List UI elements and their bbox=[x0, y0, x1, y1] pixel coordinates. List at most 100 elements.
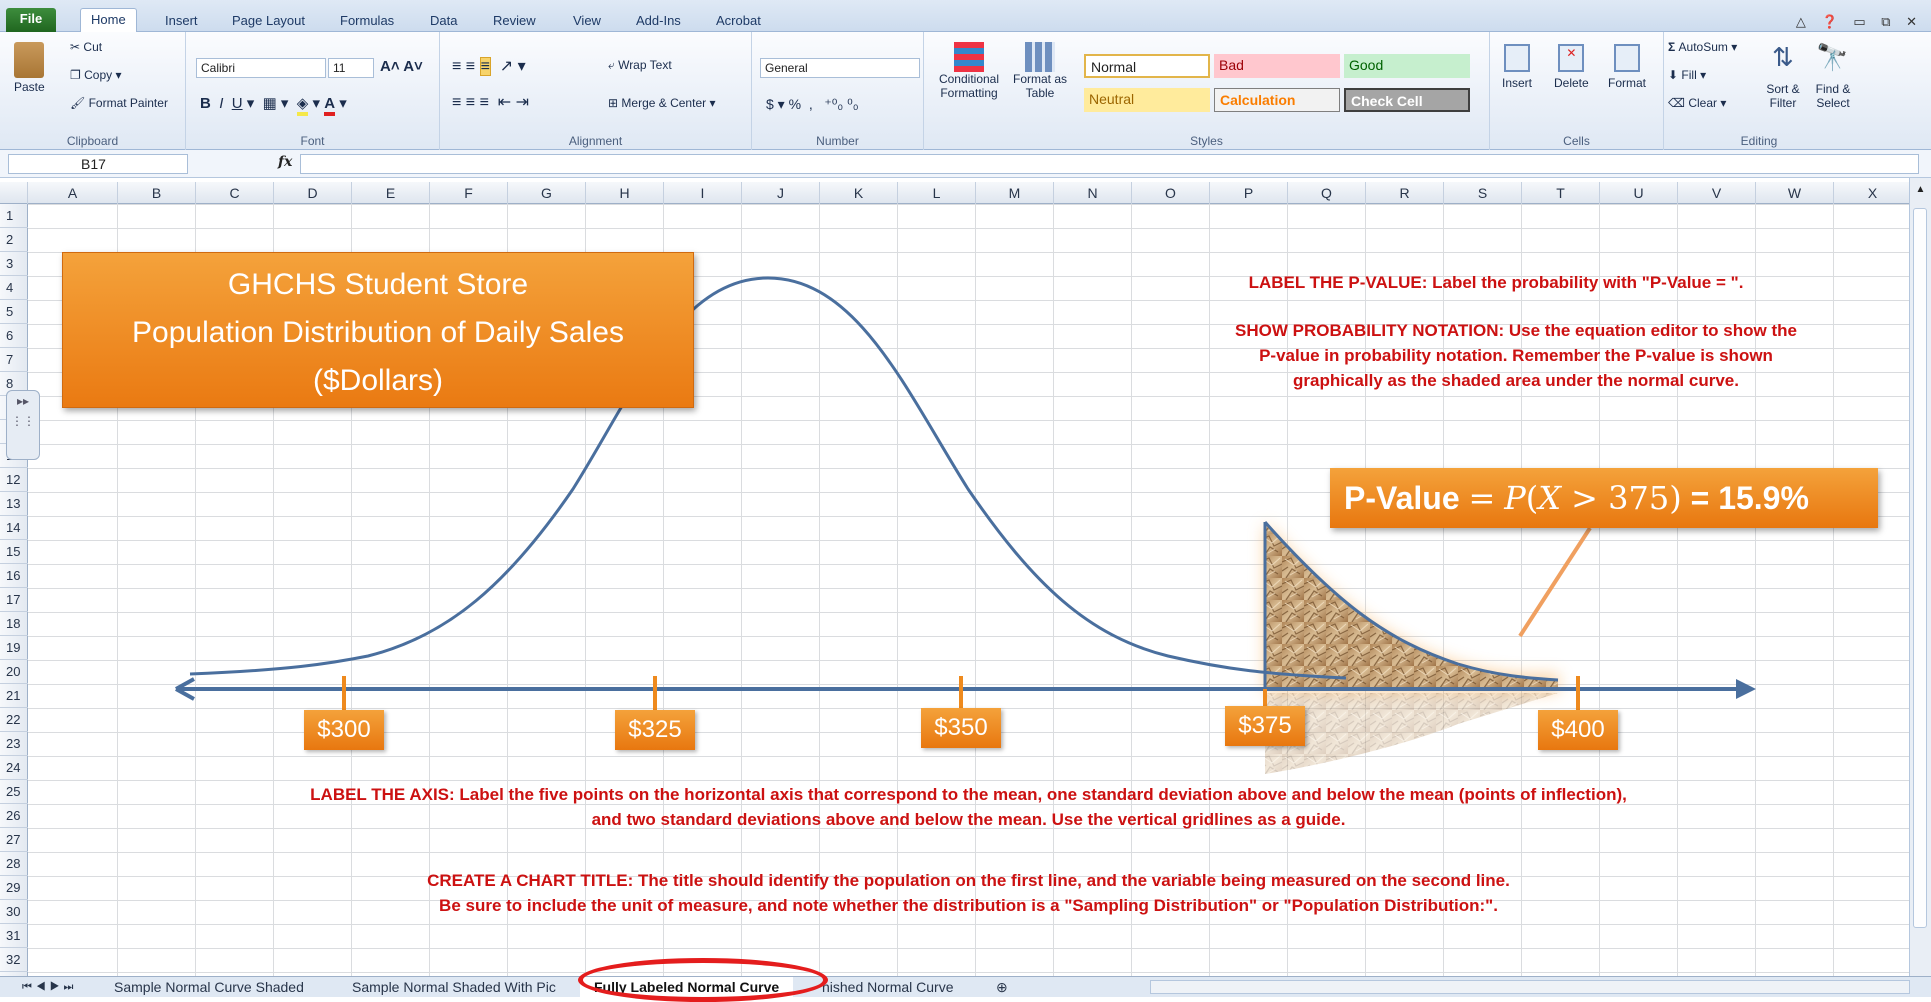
find-select-button[interactable]: Find & Select bbox=[1810, 82, 1856, 110]
style-normal[interactable]: Normal bbox=[1084, 54, 1210, 78]
column-header-n[interactable]: N bbox=[1054, 182, 1132, 204]
row-header-2[interactable]: 2 bbox=[0, 228, 28, 252]
paste-button[interactable]: Paste bbox=[14, 42, 45, 94]
row-header-24[interactable]: 24 bbox=[0, 756, 28, 780]
style-calculation[interactable]: Calculation bbox=[1214, 88, 1340, 112]
row-header-29[interactable]: 29 bbox=[0, 876, 28, 900]
row-header-12[interactable]: 12 bbox=[0, 468, 28, 492]
row-header-19[interactable]: 19 bbox=[0, 636, 28, 660]
column-header-g[interactable]: G bbox=[508, 182, 586, 204]
row-header-18[interactable]: 18 bbox=[0, 612, 28, 636]
tab-data[interactable]: Data bbox=[420, 10, 467, 32]
column-header-x[interactable]: X bbox=[1834, 182, 1912, 204]
name-box[interactable]: B17 bbox=[8, 154, 188, 174]
style-neutral[interactable]: Neutral bbox=[1084, 88, 1210, 112]
row-header-5[interactable]: 5 bbox=[0, 300, 28, 324]
column-header-s[interactable]: S bbox=[1444, 182, 1522, 204]
column-header-p[interactable]: P bbox=[1210, 182, 1288, 204]
row-header-25[interactable]: 25 bbox=[0, 780, 28, 804]
column-header-h[interactable]: H bbox=[586, 182, 664, 204]
row-header-14[interactable]: 14 bbox=[0, 516, 28, 540]
column-header-q[interactable]: Q bbox=[1288, 182, 1366, 204]
axis-label-350[interactable]: $350 bbox=[921, 708, 1001, 748]
format-painter-button[interactable]: 🖌 Format Painter bbox=[70, 96, 168, 110]
format-cells-button[interactable]: Format bbox=[1608, 44, 1646, 90]
row-header-30[interactable]: 30 bbox=[0, 900, 28, 924]
window-controls[interactable]: △ ❓ ▭ ⧉ ✕ bbox=[1796, 14, 1923, 30]
sheet-nav-arrows[interactable]: ⏮◀▶⏭ bbox=[8, 977, 91, 997]
column-header-v[interactable]: V bbox=[1678, 182, 1756, 204]
column-header-o[interactable]: O bbox=[1132, 182, 1210, 204]
wrap-text-button[interactable]: ⤶ Wrap Text bbox=[608, 58, 672, 73]
column-header-f[interactable]: F bbox=[430, 182, 508, 204]
tab-page-layout[interactable]: Page Layout bbox=[222, 10, 315, 32]
row-header-22[interactable]: 22 bbox=[0, 708, 28, 732]
horizontal-scrollbar[interactable] bbox=[1150, 980, 1910, 994]
select-all-corner[interactable] bbox=[0, 182, 28, 204]
pvalue-box[interactable]: P-Value = P(X > 375) = 15.9% bbox=[1330, 468, 1878, 528]
format-as-table-button[interactable]: Format as Table bbox=[1010, 42, 1070, 100]
font-grow-shrink-buttons[interactable]: A˄ A˅ bbox=[380, 58, 423, 75]
row-header-20[interactable]: 20 bbox=[0, 660, 28, 684]
worksheet-cells[interactable]: GHCHS Student Store Population Distribut… bbox=[28, 204, 1909, 976]
row-header-3[interactable]: 3 bbox=[0, 252, 28, 276]
sheet-tab[interactable]: nished Normal Curve bbox=[808, 977, 968, 997]
insert-cells-button[interactable]: Insert bbox=[1502, 44, 1532, 90]
font-size-select[interactable]: 11 bbox=[328, 58, 374, 78]
delete-cells-button[interactable]: ✕ Delete bbox=[1554, 44, 1589, 90]
style-good[interactable]: Good bbox=[1344, 54, 1470, 78]
font-style-buttons[interactable]: B I U ▾ ▦ ▾ ◈ ▾ A ▾ bbox=[200, 94, 347, 116]
column-header-t[interactable]: T bbox=[1522, 182, 1600, 204]
axis-label-325[interactable]: $325 bbox=[615, 710, 695, 750]
tab-formulas[interactable]: Formulas bbox=[330, 10, 404, 32]
sort-filter-button[interactable]: Sort & Filter bbox=[1760, 82, 1806, 110]
row-header-4[interactable]: 4 bbox=[0, 276, 28, 300]
column-header-d[interactable]: D bbox=[274, 182, 352, 204]
row-header-27[interactable]: 27 bbox=[0, 828, 28, 852]
vertical-align-buttons[interactable]: ≡ ≡ ≡ ↗ ▾ bbox=[452, 56, 526, 76]
column-header-i[interactable]: I bbox=[664, 182, 742, 204]
row-header-1[interactable]: 1 bbox=[0, 204, 28, 228]
row-header-23[interactable]: 23 bbox=[0, 732, 28, 756]
sheet-tab[interactable]: Sample Normal Curve Shaded bbox=[100, 977, 318, 997]
tab-add-ins[interactable]: Add-Ins bbox=[626, 10, 691, 32]
column-header-a[interactable]: A bbox=[28, 182, 118, 204]
axis-label-375[interactable]: $375 bbox=[1225, 706, 1305, 746]
scroll-thumb[interactable] bbox=[1913, 208, 1927, 928]
number-format-buttons[interactable]: $ ▾ % , ⁺⁰₀ ⁰₀ bbox=[766, 96, 859, 113]
row-header-28[interactable]: 28 bbox=[0, 852, 28, 876]
axis-label-400[interactable]: $400 bbox=[1538, 710, 1618, 750]
cut-button[interactable]: ✂ Cut bbox=[70, 40, 102, 54]
row-header-21[interactable]: 21 bbox=[0, 684, 28, 708]
row-header-6[interactable]: 6 bbox=[0, 324, 28, 348]
font-name-select[interactable]: Calibri bbox=[196, 58, 326, 78]
clear-button[interactable]: ⌫ Clear ▾ bbox=[1668, 96, 1726, 110]
row-header-15[interactable]: 15 bbox=[0, 540, 28, 564]
chart-title-box[interactable]: GHCHS Student Store Population Distribut… bbox=[62, 252, 694, 408]
tab-insert[interactable]: Insert bbox=[155, 10, 208, 32]
insert-function-button[interactable]: fx bbox=[278, 154, 292, 170]
copy-button[interactable]: ❐ Copy ▾ bbox=[70, 68, 121, 82]
column-header-l[interactable]: L bbox=[898, 182, 976, 204]
style-bad[interactable]: Bad bbox=[1214, 54, 1340, 78]
merge-center-button[interactable]: ⊞ Merge & Center ▾ bbox=[608, 96, 715, 110]
tab-review[interactable]: Review bbox=[483, 10, 546, 32]
column-header-j[interactable]: J bbox=[742, 182, 820, 204]
row-header-13[interactable]: 13 bbox=[0, 492, 28, 516]
column-header-r[interactable]: R bbox=[1366, 182, 1444, 204]
row-header-31[interactable]: 31 bbox=[0, 924, 28, 948]
column-header-m[interactable]: M bbox=[976, 182, 1054, 204]
horizontal-align-buttons[interactable]: ≡ ≡ ≡ ⇤ ⇥ bbox=[452, 92, 529, 112]
row-header-26[interactable]: 26 bbox=[0, 804, 28, 828]
row-header-7[interactable]: 7 bbox=[0, 348, 28, 372]
vertical-scrollbar[interactable]: ▲ bbox=[1909, 178, 1931, 976]
column-header-u[interactable]: U bbox=[1600, 182, 1678, 204]
number-format-select[interactable]: General bbox=[760, 58, 920, 78]
scroll-up-icon[interactable]: ▲ bbox=[1910, 184, 1931, 195]
tab-file[interactable]: File bbox=[6, 8, 56, 32]
fill-button[interactable]: ⬇ Fill ▾ bbox=[1668, 68, 1706, 82]
row-header-17[interactable]: 17 bbox=[0, 588, 28, 612]
column-header-k[interactable]: K bbox=[820, 182, 898, 204]
column-header-c[interactable]: C bbox=[196, 182, 274, 204]
floating-toolbar-handle[interactable]: ▸▸ ⋮⋮ bbox=[6, 390, 40, 460]
